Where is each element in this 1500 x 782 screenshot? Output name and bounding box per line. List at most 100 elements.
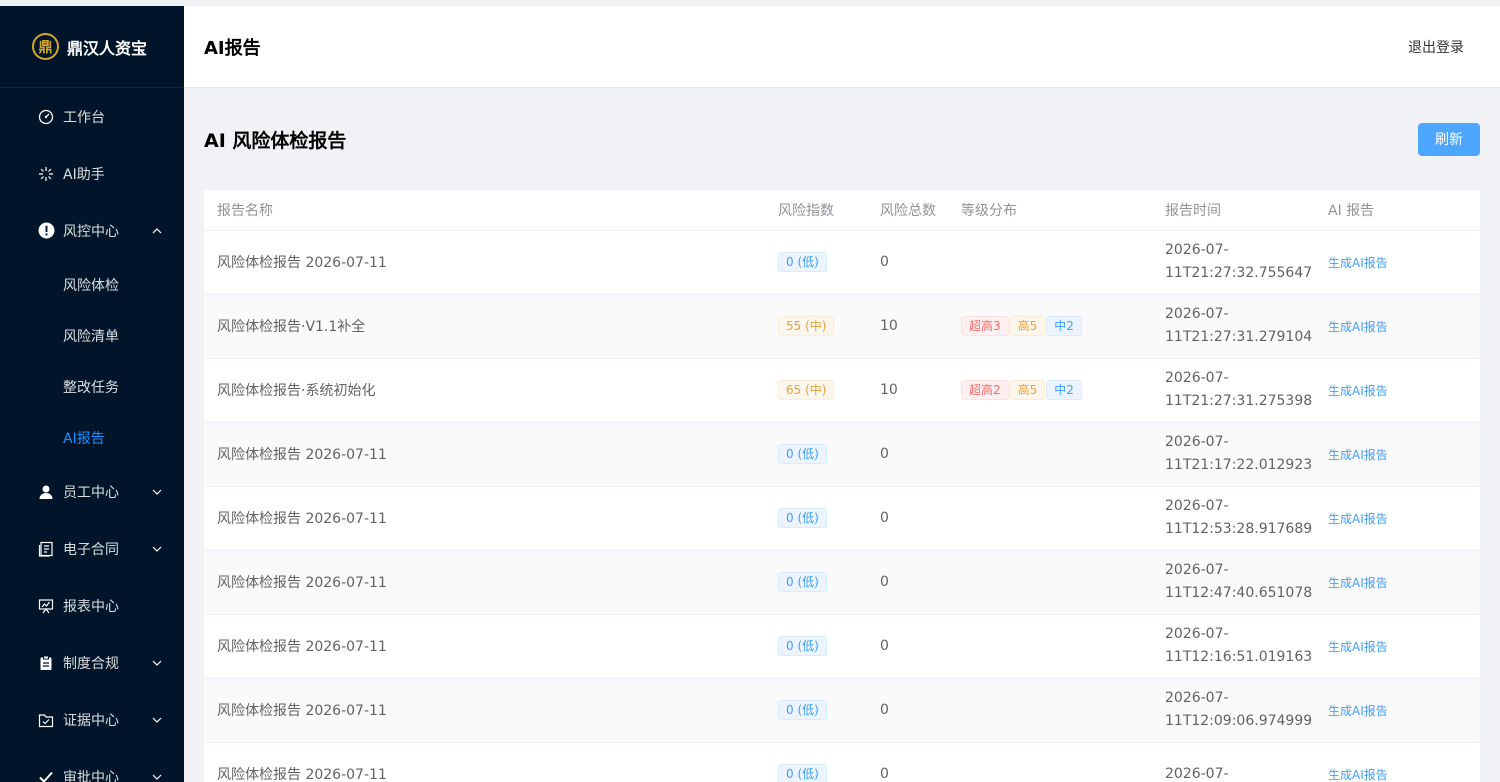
report-name-cell: 风险体检报告 2026-07-11 <box>204 742 765 782</box>
report-time-clock: 11T21:27:31.279104 <box>1165 329 1313 345</box>
table-body: 风险体检报告 2026-07-11 0 (低) 0 2026-07- 11T21:27:… <box>204 230 1480 782</box>
generate-ai-report-link[interactable]: 生成AI报告 <box>1328 576 1388 590</box>
risk-index-badge: 0 (低) <box>778 252 827 272</box>
column-header[interactable]: 报告时间 <box>1152 190 1315 231</box>
ai-report-cell: 生成AI报告 <box>1315 486 1480 551</box>
sidebar-item-evidence-center[interactable]: 证据中心 <box>0 691 184 748</box>
risk-index-cell: 55 (中) <box>765 294 867 359</box>
brand-logo-icon: 鼎 <box>32 33 59 60</box>
sidebar-subitem-rectify-tasks[interactable]: 整改任务 <box>0 361 184 412</box>
risk-total-cell: 0 <box>867 742 948 782</box>
report-time-date: 2026-07- <box>1165 242 1229 258</box>
sidebar-item-label: 电子合同 <box>63 541 119 558</box>
report-name-cell: 风险体检报告 2026-07-11 <box>204 550 765 615</box>
level-distribution-cell <box>948 486 1152 551</box>
table-row: 风险体检报告 2026-07-11 0 (低) 0 2026-07- 11T12:53:… <box>204 486 1480 551</box>
report-time-date: 2026-07- <box>1165 765 1229 782</box>
table-row: 风险体检报告·系统初始化 65 (中) 10 超高2 高5 中2 2026-07- 11T21… <box>204 358 1480 423</box>
ai-report-cell: 生成AI报告 <box>1315 358 1480 423</box>
report-name-cell: 风险体检报告 2026-07-11 <box>204 230 765 295</box>
column-header[interactable]: AI 报告 <box>1315 190 1480 231</box>
report-time-cell: 2026-07- 11T21:27:31.275398 <box>1152 358 1315 423</box>
table-row: 风险体检报告·V1.1补全 55 (中) 10 超高3 高5 中2 2026-07- 11T2… <box>204 294 1480 359</box>
table-row: 风险体检报告 2026-07-11 0 (低) 0 2026-07- 11T12:16:… <box>204 614 1480 679</box>
generate-ai-report-link[interactable]: 生成AI报告 <box>1328 640 1388 654</box>
risk-index-badge: 55 (中) <box>778 316 835 336</box>
refresh-button[interactable]: 刷新 <box>1418 122 1480 156</box>
level-tag: 高5 <box>1009 380 1046 400</box>
risk-total-cell: 0 <box>867 422 948 487</box>
risk-index-cell: 0 (低) <box>765 742 867 782</box>
sidebar-item-ai-assistant[interactable]: AI助手 <box>0 145 184 202</box>
sidebar-item-label: 证据中心 <box>63 712 119 729</box>
sidebar-item-label: 风控中心 <box>63 223 119 240</box>
level-tag: 高5 <box>1009 316 1046 336</box>
report-time-clock: 11T12:09:06.974999 <box>1165 713 1313 729</box>
sidebar-subitem-risk-check[interactable]: 风险体检 <box>0 259 184 310</box>
chevron-down-icon <box>152 715 162 725</box>
risk-total-cell: 10 <box>867 358 948 423</box>
report-time-clock: 11T12:47:40.651078 <box>1165 585 1313 601</box>
level-distribution-cell <box>948 550 1152 615</box>
level-tag: 超高3 <box>961 316 1009 336</box>
chevron-down-icon <box>152 487 162 497</box>
column-header[interactable]: 报告名称 <box>204 190 765 231</box>
chevron-up-icon <box>152 226 162 236</box>
sidebar-item-e-contract[interactable]: 电子合同 <box>0 520 184 577</box>
risk-total-cell: 0 <box>867 550 948 615</box>
brand[interactable]: 鼎 鼎汉人资宝 <box>0 6 184 88</box>
sidebar-subitem-ai-report[interactable]: AI报告 <box>0 412 184 463</box>
sidebar-item-policy-compliance[interactable]: 制度合规 <box>0 634 184 691</box>
sidebar-item-label: 员工中心 <box>63 484 119 501</box>
sidebar-item-employee-center[interactable]: 员工中心 <box>0 463 184 520</box>
report-time-cell: 2026-07- 11T21:17:22.012923 <box>1152 422 1315 487</box>
report-time-cell: 2026-07- <box>1152 742 1315 782</box>
ai-report-cell: 生成AI报告 <box>1315 742 1480 782</box>
column-header[interactable]: 等级分布 <box>948 190 1152 231</box>
report-time-date: 2026-07- <box>1165 370 1229 386</box>
level-distribution-cell <box>948 678 1152 743</box>
generate-ai-report-link[interactable]: 生成AI报告 <box>1328 768 1388 782</box>
user-icon <box>37 483 55 501</box>
report-time-cell: 2026-07- 11T12:53:28.917689 <box>1152 486 1315 551</box>
risk-total-cell: 0 <box>867 614 948 679</box>
sidebar-item-label: 制度合规 <box>63 655 119 672</box>
report-time-cell: 2026-07- 11T21:27:31.279104 <box>1152 294 1315 359</box>
risk-index-cell: 0 (低) <box>765 550 867 615</box>
report-time-clock: 11T21:27:32.755647 <box>1165 265 1313 281</box>
column-header[interactable]: 风险总数 <box>867 190 948 231</box>
sidebar-item-workbench[interactable]: 工作台 <box>0 88 184 145</box>
evidence-icon <box>37 711 55 729</box>
table-row: 风险体检报告 2026-07-11 0 (低) 0 2026-07- 11T21:17:… <box>204 422 1480 487</box>
report-name-cell: 风险体检报告 2026-07-11 <box>204 486 765 551</box>
report-time-clock: 11T12:16:51.019163 <box>1165 649 1313 665</box>
generate-ai-report-link[interactable]: 生成AI报告 <box>1328 320 1388 334</box>
level-distribution-cell <box>948 230 1152 295</box>
risk-index-cell: 0 (低) <box>765 422 867 487</box>
ai-report-cell: 生成AI报告 <box>1315 230 1480 295</box>
contract-icon <box>37 540 55 558</box>
risk-index-badge: 0 (低) <box>778 444 827 464</box>
clipboard-icon <box>37 654 55 672</box>
sidebar-item-report-center[interactable]: 报表中心 <box>0 577 184 634</box>
report-time-clock: 11T21:27:31.275398 <box>1165 393 1313 409</box>
sidebar-subitem-risk-list[interactable]: 风险清单 <box>0 310 184 361</box>
report-time-date: 2026-07- <box>1165 498 1229 514</box>
column-header[interactable]: 风险指数 <box>765 190 867 231</box>
generate-ai-report-link[interactable]: 生成AI报告 <box>1328 256 1388 270</box>
sidebar-item-approval-center[interactable]: 审批中心 <box>0 748 184 782</box>
sidebar-item-risk-center[interactable]: 风控中心 <box>0 202 184 259</box>
ai-report-cell: 生成AI报告 <box>1315 550 1480 615</box>
generate-ai-report-link[interactable]: 生成AI报告 <box>1328 704 1388 718</box>
logout-link[interactable]: 退出登录 <box>1408 37 1464 57</box>
report-table: 报告名称 风险指数 风险总数 等级分布 报告时间 AI 报告 风险体检报告 20… <box>204 190 1480 782</box>
top-header: AI报告 退出登录 <box>184 6 1500 88</box>
table-row: 风险体检报告 2026-07-11 0 (低) 0 2026-07- 生成AI报告 <box>204 742 1480 782</box>
generate-ai-report-link[interactable]: 生成AI报告 <box>1328 448 1388 462</box>
chevron-down-icon <box>152 544 162 554</box>
generate-ai-report-link[interactable]: 生成AI报告 <box>1328 384 1388 398</box>
sidebar-item-label: 报表中心 <box>63 598 119 615</box>
report-name-cell: 风险体检报告 2026-07-11 <box>204 422 765 487</box>
report-time-date: 2026-07- <box>1165 306 1229 322</box>
generate-ai-report-link[interactable]: 生成AI报告 <box>1328 512 1388 526</box>
